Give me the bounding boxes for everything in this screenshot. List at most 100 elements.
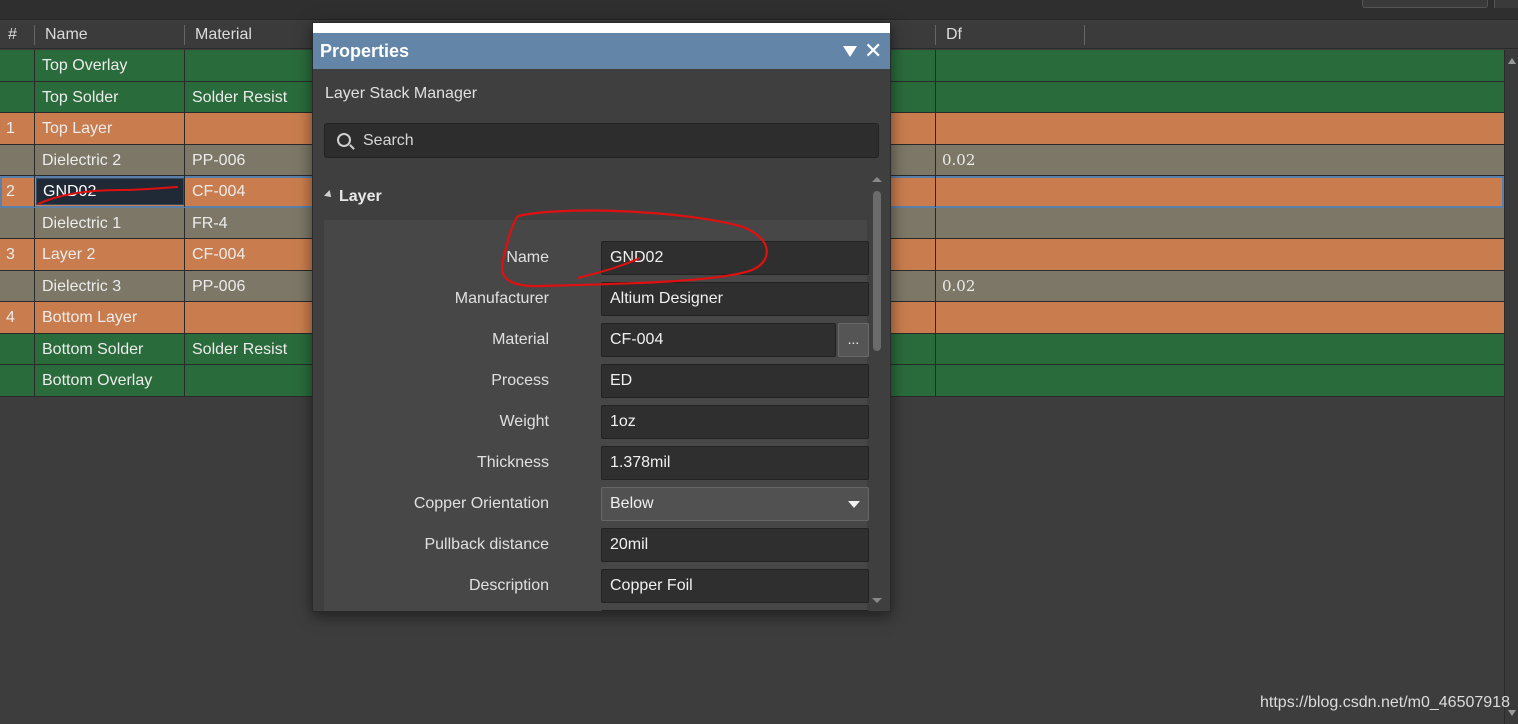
- copper-orientation-select[interactable]: Below: [601, 487, 869, 521]
- cell-divider: [184, 50, 185, 81]
- scroll-down-arrow-icon[interactable]: [872, 598, 882, 603]
- cell-divider: [34, 239, 35, 270]
- row-name: Top Overlay: [42, 57, 128, 74]
- cell-divider: [184, 239, 185, 270]
- toolbar-input-box[interactable]: [1362, 0, 1488, 8]
- scroll-up-arrow-icon[interactable]: [872, 177, 882, 182]
- column-separator[interactable]: [1084, 25, 1085, 45]
- dialog-vertical-scrollbar[interactable]: [871, 173, 885, 611]
- row-material: [186, 302, 306, 333]
- row-material: [186, 50, 306, 81]
- row-name-editor[interactable]: GND02: [36, 178, 184, 205]
- row-df: [936, 239, 1086, 270]
- material-field[interactable]: CF-004: [601, 323, 836, 357]
- row-df: [936, 82, 1086, 113]
- next-field-partial[interactable]: [601, 610, 869, 611]
- thickness-field[interactable]: 1.378mil: [601, 446, 869, 480]
- row-material: [186, 365, 306, 396]
- cell-divider: [34, 81, 35, 112]
- material-browse-button[interactable]: ...: [838, 323, 869, 357]
- row-name: Bottom Layer: [42, 309, 138, 326]
- row-name: Dielectric 2: [42, 151, 122, 169]
- weight-field[interactable]: 1oz: [601, 405, 869, 439]
- column-header-material[interactable]: Material: [187, 21, 252, 49]
- thickness-value: 1.378mil: [610, 454, 671, 471]
- manufacturer-value: Altium Designer: [610, 290, 723, 307]
- thickness-label: Thickness: [476, 454, 549, 471]
- row-df: [936, 334, 1086, 365]
- scroll-thumb[interactable]: [873, 191, 881, 351]
- material-value: CF-004: [610, 331, 664, 348]
- pullback-distance-value: 20mil: [610, 536, 649, 553]
- cell-divider: [34, 144, 35, 175]
- description-field[interactable]: Copper Foil: [601, 569, 869, 603]
- cell-divider: [34, 50, 35, 81]
- layer-properties-panel: Name GND02 Manufacturer Altium Designer …: [324, 220, 869, 611]
- row-number: [0, 208, 34, 239]
- column-header-df[interactable]: Df: [938, 21, 962, 49]
- column-separator[interactable]: [935, 25, 936, 45]
- pullback-distance-label: Pullback distance: [424, 536, 549, 553]
- layer-stack-manager-window: # Name Material Df Top Overlay Top Solder…: [0, 0, 1518, 724]
- cell-divider: [34, 333, 35, 364]
- dialog-title: Properties: [320, 41, 410, 61]
- column-header-name[interactable]: Name: [37, 21, 88, 49]
- search-icon: [337, 133, 351, 147]
- row-material: PP-006: [192, 151, 246, 169]
- name-value: GND02: [610, 249, 664, 266]
- name-label: Name: [506, 249, 549, 266]
- cell-divider: [184, 302, 185, 333]
- cell-divider: [184, 176, 185, 207]
- cell-divider: [184, 270, 185, 301]
- column-separator[interactable]: [184, 25, 185, 45]
- pullback-distance-field[interactable]: 20mil: [601, 528, 869, 562]
- process-label: Process: [491, 372, 549, 389]
- row-number: [0, 145, 34, 176]
- row-df: [936, 176, 1086, 207]
- section-header-layer[interactable]: Layer: [324, 188, 382, 206]
- manufacturer-label: Manufacturer: [454, 290, 549, 307]
- scroll-up-arrow-icon[interactable]: [1508, 58, 1516, 64]
- top-toolbar-strip: [0, 0, 1518, 20]
- row-df: [936, 50, 1086, 81]
- cell-divider: [34, 365, 35, 396]
- row-df: 0.02: [942, 150, 976, 169]
- row-material: Solder Resist: [192, 340, 288, 358]
- name-field[interactable]: GND02: [601, 241, 869, 275]
- process-field[interactable]: ED: [601, 364, 869, 398]
- cell-divider: [34, 270, 35, 301]
- row-name: GND02: [43, 183, 97, 200]
- row-number: 4: [6, 309, 15, 326]
- row-number: [0, 82, 34, 113]
- row-number: [0, 365, 34, 396]
- dialog-title-bar[interactable]: Properties ✕: [313, 33, 890, 69]
- column-separator[interactable]: [34, 25, 35, 45]
- close-icon[interactable]: ✕: [864, 33, 882, 69]
- row-number: 1: [6, 120, 15, 137]
- row-material: FR-4: [192, 214, 228, 232]
- row-df: [936, 302, 1086, 333]
- row-name: Layer 2: [42, 246, 96, 263]
- row-df: 0.02: [942, 276, 976, 295]
- cell-divider: [34, 113, 35, 144]
- row-df: [936, 113, 1086, 144]
- row-name: Bottom Solder: [42, 340, 144, 358]
- description-value: Copper Foil: [610, 577, 693, 594]
- row-material: [186, 113, 306, 144]
- search-input[interactable]: Search: [324, 123, 879, 158]
- row-df: [936, 365, 1086, 396]
- table-vertical-scrollbar[interactable]: [1504, 50, 1518, 724]
- row-name: Top Solder: [42, 88, 119, 106]
- toolbar-button[interactable]: [1494, 0, 1518, 8]
- dropdown-triangle-icon[interactable]: [843, 46, 857, 57]
- cell-divider: [184, 113, 185, 144]
- column-header-number[interactable]: #: [0, 21, 17, 49]
- copper-orientation-value: Below: [610, 495, 654, 512]
- manufacturer-field[interactable]: Altium Designer: [601, 282, 869, 316]
- chevron-down-icon: [848, 501, 860, 508]
- properties-dialog: Properties ✕ Layer Stack Manager Search …: [312, 22, 891, 612]
- row-name: Dielectric 3: [42, 277, 122, 295]
- cell-divider: [34, 176, 35, 207]
- cell-divider: [184, 333, 185, 364]
- row-number: [0, 271, 34, 302]
